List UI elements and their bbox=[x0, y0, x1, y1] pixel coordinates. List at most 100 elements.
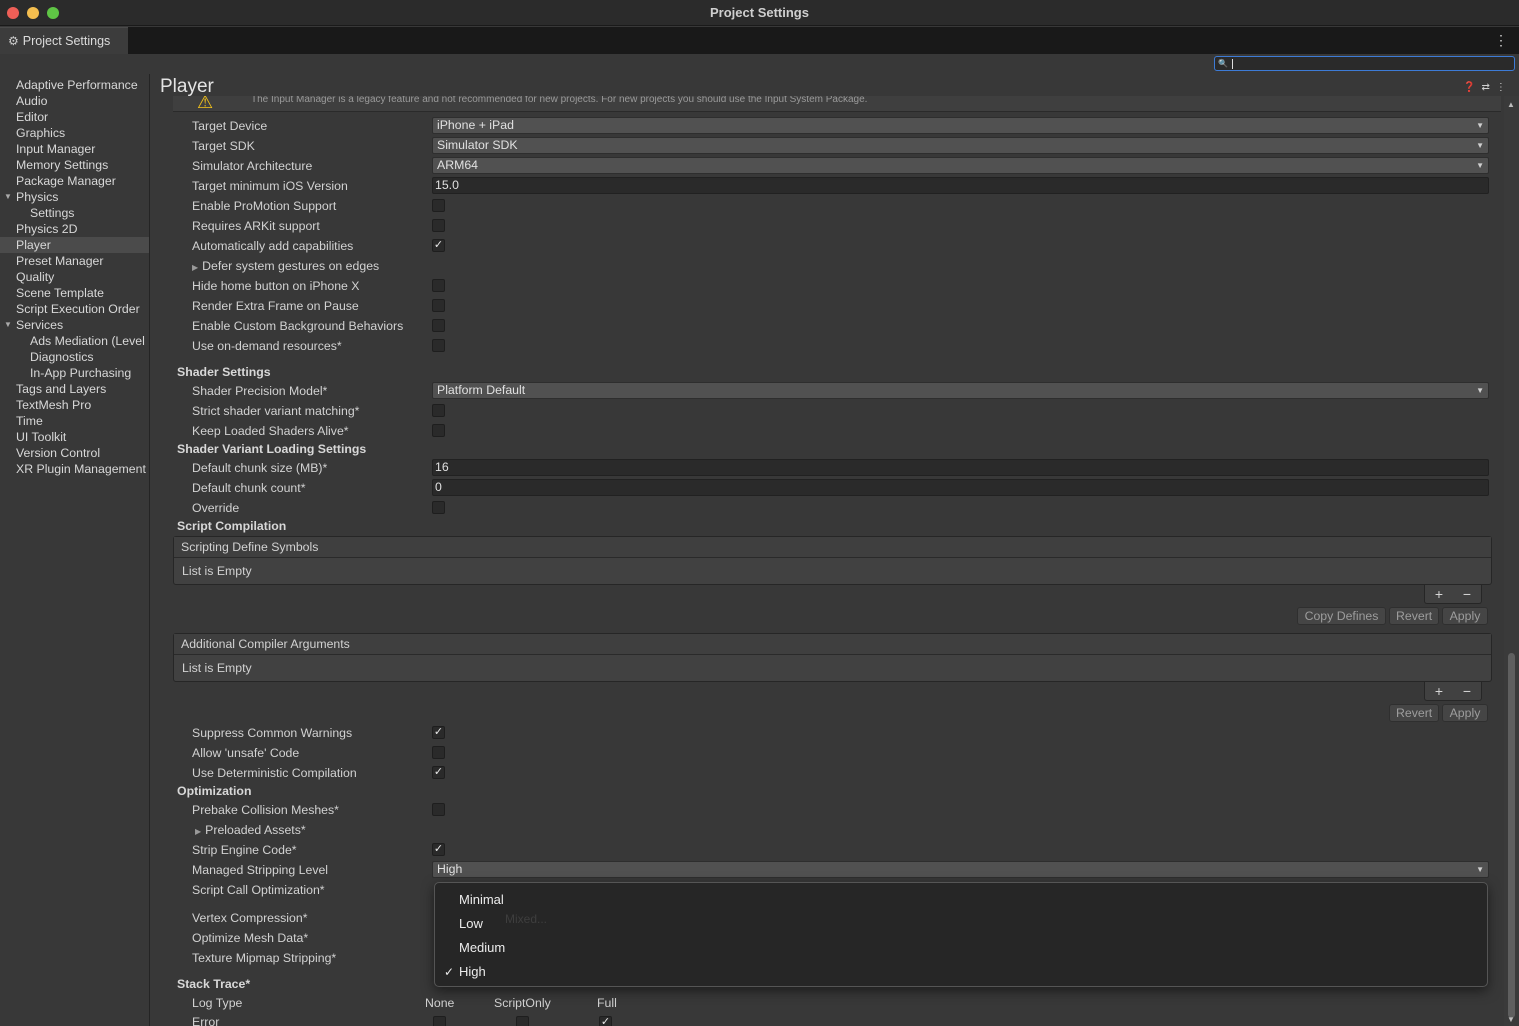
sidebar-item-physics-2d[interactable]: Physics 2D bbox=[0, 221, 149, 237]
tab-project-settings[interactable]: ⚙ Project Settings bbox=[0, 27, 128, 54]
revert-defines-button[interactable]: Revert bbox=[1389, 607, 1439, 625]
capabilities-checkbox[interactable]: ✓ bbox=[432, 239, 445, 252]
gear-icon: ⚙ bbox=[8, 34, 19, 48]
sidebar-item-physics[interactable]: ▼ Physics bbox=[0, 189, 149, 205]
arkit-checkbox[interactable] bbox=[432, 219, 445, 232]
custom-background-checkbox[interactable] bbox=[432, 319, 445, 332]
option-medium[interactable]: Medium bbox=[459, 940, 505, 956]
option-minimal[interactable]: Minimal bbox=[459, 892, 504, 908]
search-icon: 🔍 bbox=[1218, 59, 1228, 68]
unsafe-code-checkbox[interactable] bbox=[432, 746, 445, 759]
sidebar-item-ads-mediation[interactable]: Ads Mediation (Level bbox=[0, 333, 149, 349]
option-low[interactable]: Low bbox=[459, 916, 483, 932]
sidebar-item-script-execution-order[interactable]: Script Execution Order bbox=[0, 301, 149, 317]
sidebar-item-preset-manager[interactable]: Preset Manager bbox=[0, 253, 149, 269]
expand-arrow-icon[interactable]: ▼ bbox=[4, 317, 12, 333]
error-scriptonly-checkbox[interactable] bbox=[516, 1016, 529, 1026]
window-title: Project Settings bbox=[710, 5, 809, 20]
more-options-icon[interactable]: ⋮ bbox=[1496, 82, 1506, 93]
error-full-checkbox[interactable]: ✓ bbox=[599, 1016, 612, 1026]
script-compilation-heading: Script Compilation bbox=[177, 519, 287, 533]
strip-engine-checkbox[interactable]: ✓ bbox=[432, 843, 445, 856]
sidebar-item-quality[interactable]: Quality bbox=[0, 269, 149, 285]
target-sdk-dropdown[interactable]: Simulator SDK ▼ bbox=[432, 137, 1489, 154]
defer-gestures-foldout[interactable]: ▶ Defer system gestures on edges bbox=[192, 258, 379, 276]
sidebar-item-adaptive-performance[interactable]: Adaptive Performance bbox=[0, 77, 149, 93]
expand-arrow-icon[interactable]: ▼ bbox=[4, 189, 12, 205]
sidebar-item-diagnostics[interactable]: Diagnostics bbox=[0, 349, 149, 365]
prebake-checkbox[interactable] bbox=[432, 803, 445, 816]
sidebar-item-services[interactable]: ▼ Services bbox=[0, 317, 149, 333]
min-ios-label: Target minimum iOS Version bbox=[192, 179, 348, 193]
sidebar-item-textmesh-pro[interactable]: TextMesh Pro bbox=[0, 397, 149, 413]
extra-frame-checkbox[interactable] bbox=[432, 299, 445, 312]
simulator-architecture-dropdown[interactable]: ARM64 ▼ bbox=[432, 157, 1489, 174]
sidebar-item-physics-settings[interactable]: Settings bbox=[0, 205, 149, 221]
apply-defines-button[interactable]: Apply bbox=[1442, 607, 1488, 625]
sidebar-item-input-manager[interactable]: Input Manager bbox=[0, 141, 149, 157]
sidebar-item-package-manager[interactable]: Package Manager bbox=[0, 173, 149, 189]
target-device-dropdown[interactable]: iPhone + iPad ▼ bbox=[432, 117, 1489, 134]
dropdown-value: Simulator SDK bbox=[437, 138, 518, 152]
scroll-thumb[interactable] bbox=[1508, 653, 1515, 1018]
scroll-down-icon[interactable]: ▼ bbox=[1507, 1015, 1515, 1024]
dropdown-value: Platform Default bbox=[437, 383, 526, 397]
override-checkbox[interactable] bbox=[432, 501, 445, 514]
add-icon[interactable]: + bbox=[1435, 683, 1443, 699]
title-bar: Project Settings bbox=[0, 0, 1519, 26]
suppress-warnings-checkbox[interactable]: ✓ bbox=[432, 726, 445, 739]
chunk-size-field[interactable]: 16 bbox=[432, 459, 1489, 476]
min-ios-field[interactable]: 15.0 bbox=[432, 177, 1489, 194]
tab-menu-icon[interactable]: ⋮ bbox=[1494, 32, 1508, 49]
remove-icon[interactable]: − bbox=[1463, 683, 1471, 699]
sidebar-item-xr-plugin-management[interactable]: XR Plugin Management bbox=[0, 461, 149, 477]
sidebar-item-memory-settings[interactable]: Memory Settings bbox=[0, 157, 149, 173]
shader-precision-dropdown[interactable]: Platform Default ▼ bbox=[432, 382, 1489, 399]
vertical-scrollbar[interactable]: ▲ ▼ bbox=[1504, 96, 1519, 1026]
scroll-up-icon[interactable]: ▲ bbox=[1507, 100, 1515, 109]
dropdown-arrow-icon: ▼ bbox=[1476, 141, 1484, 150]
error-none-checkbox[interactable] bbox=[433, 1016, 446, 1026]
on-demand-checkbox[interactable] bbox=[432, 339, 445, 352]
sidebar-item-in-app-purchasing[interactable]: In-App Purchasing bbox=[0, 365, 149, 381]
texture-mipmap-label: Texture Mipmap Stripping* bbox=[192, 951, 337, 965]
preset-icon[interactable]: ⇄ bbox=[1481, 82, 1489, 93]
header-icons: ❓ ⇄ ⋮ bbox=[1463, 82, 1506, 93]
define-symbols-list: Scripting Define Symbols List is Empty bbox=[173, 536, 1492, 585]
sidebar-item-ui-toolkit[interactable]: UI Toolkit bbox=[0, 429, 149, 445]
settings-sidebar: Adaptive Performance Audio Editor Graphi… bbox=[0, 74, 150, 1026]
option-high[interactable]: ✓ High bbox=[444, 964, 486, 980]
dropdown-arrow-icon: ▼ bbox=[1476, 121, 1484, 130]
remove-icon[interactable]: − bbox=[1463, 586, 1471, 602]
sidebar-item-editor[interactable]: Editor bbox=[0, 109, 149, 125]
column-full: Full bbox=[597, 996, 617, 1010]
apply-arguments-button[interactable]: Apply bbox=[1442, 704, 1488, 722]
chunk-count-field[interactable]: 0 bbox=[432, 479, 1489, 496]
copy-defines-button[interactable]: Copy Defines bbox=[1297, 607, 1386, 625]
shader-precision-label: Shader Precision Model* bbox=[192, 384, 328, 398]
shader-settings-heading: Shader Settings bbox=[177, 365, 271, 379]
promotion-checkbox[interactable] bbox=[432, 199, 445, 212]
sidebar-item-version-control[interactable]: Version Control bbox=[0, 445, 149, 461]
strict-shader-checkbox[interactable] bbox=[432, 404, 445, 417]
search-input[interactable]: 🔍 bbox=[1214, 56, 1515, 71]
sidebar-item-player[interactable]: Player bbox=[0, 237, 149, 253]
hide-home-checkbox[interactable] bbox=[432, 279, 445, 292]
stripping-level-dropdown[interactable]: High ▼ bbox=[432, 861, 1489, 878]
revert-arguments-button[interactable]: Revert bbox=[1389, 704, 1439, 722]
keep-loaded-checkbox[interactable] bbox=[432, 424, 445, 437]
sidebar-item-scene-template[interactable]: Scene Template bbox=[0, 285, 149, 301]
optimize-mesh-label: Optimize Mesh Data* bbox=[192, 931, 309, 945]
sidebar-item-tags-and-layers[interactable]: Tags and Layers bbox=[0, 381, 149, 397]
compiler-arguments-list: Additional Compiler Arguments List is Em… bbox=[173, 633, 1492, 682]
sidebar-item-graphics[interactable]: Graphics bbox=[0, 125, 149, 141]
add-icon[interactable]: + bbox=[1435, 586, 1443, 602]
foldout-arrow-icon: ▶ bbox=[195, 827, 202, 836]
deterministic-checkbox[interactable]: ✓ bbox=[432, 766, 445, 779]
list-header: Scripting Define Symbols bbox=[174, 537, 1491, 558]
sidebar-item-time[interactable]: Time bbox=[0, 413, 149, 429]
preloaded-assets-foldout[interactable]: ▶ Preloaded Assets* bbox=[195, 822, 306, 840]
sidebar-item-audio[interactable]: Audio bbox=[0, 93, 149, 109]
stack-trace-heading: Stack Trace* bbox=[177, 977, 251, 991]
help-icon[interactable]: ❓ bbox=[1463, 82, 1475, 93]
